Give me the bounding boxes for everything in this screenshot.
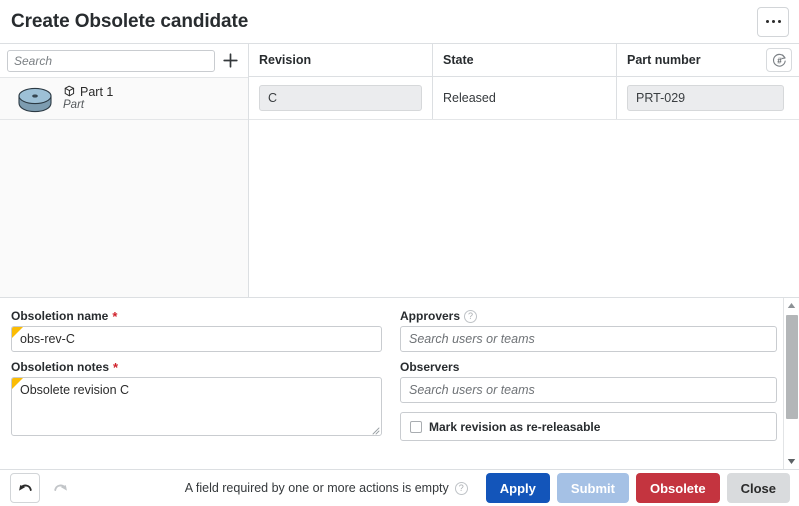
re-releasable-label: Mark revision as re-releasable [429, 419, 601, 434]
state-value: Released [443, 91, 496, 105]
obsoletion-notes-textarea[interactable]: Obsolete revision C [11, 377, 382, 436]
part-cylinder-thumbnail-icon [14, 82, 56, 116]
tree-item-row[interactable]: Part 1 Part [0, 77, 248, 120]
page-title: Create Obsolete candidate [11, 11, 249, 32]
re-releasable-checkbox[interactable] [410, 420, 422, 433]
search-box[interactable] [7, 49, 215, 72]
tree-empty-space [0, 120, 248, 297]
auto-number-icon[interactable]: # [766, 48, 792, 72]
status-message-text: A field required by one or more actions … [184, 481, 449, 495]
dialog-titlebar: Create Obsolete candidate [0, 0, 799, 43]
dialog-footer: A field required by one or more actions … [0, 469, 799, 506]
candidate-content-area: Part 1 Part Revision State Part number [0, 43, 799, 297]
part-number-field: PRT-029 [627, 85, 784, 111]
approvers-input[interactable]: Search users or teams [400, 326, 777, 352]
observers-label-text: Observers [400, 360, 460, 374]
tree-item-name: Part 1 [80, 84, 114, 99]
tree-item-name-line: Part 1 [62, 84, 113, 99]
form-right-column: Approvers ? Search users or teams Observ… [394, 298, 799, 469]
cell-revision: C [249, 77, 433, 119]
tree-toolbar [0, 44, 248, 77]
approvers-label-text: Approvers [400, 309, 461, 323]
kebab-dot-2 [771, 20, 775, 23]
close-button[interactable]: Close [726, 473, 790, 503]
cell-state: Released [433, 77, 617, 119]
re-releasable-row[interactable]: Mark revision as re-releasable [400, 412, 777, 441]
column-header-revision-label: Revision [259, 53, 312, 67]
item-tree-panel: Part 1 Part [0, 44, 249, 297]
obsoletion-form: Obsoletion name * obs-rev-C Obsoletion n… [0, 297, 799, 469]
submit-button[interactable]: Submit [556, 473, 629, 503]
column-header-part-number[interactable]: Part number # [617, 44, 799, 76]
kebab-dot-3 [777, 20, 781, 23]
undo-button[interactable] [10, 473, 40, 503]
revision-field: C [259, 85, 422, 111]
column-header-revision[interactable]: Revision [249, 44, 433, 76]
column-header-state[interactable]: State [433, 44, 617, 76]
kebab-dot-1 [765, 20, 769, 23]
help-icon[interactable]: ? [454, 481, 468, 495]
observers-placeholder: Search users or teams [409, 383, 535, 397]
help-icon[interactable]: ? [464, 309, 478, 323]
obsoletion-notes-value: Obsolete revision C [20, 383, 130, 397]
status-message: A field required by one or more actions … [185, 481, 468, 495]
approvers-label: Approvers ? [400, 309, 777, 323]
scroll-up-arrow-icon[interactable] [784, 298, 799, 313]
table-empty-space [249, 120, 799, 297]
table-row[interactable]: C Released PRT-029 [249, 77, 799, 120]
obsoletion-notes-label: Obsoletion notes * [11, 360, 382, 374]
scroll-down-arrow-icon[interactable] [784, 454, 799, 469]
required-marker: * [112, 308, 118, 324]
observers-input[interactable]: Search users or teams [400, 377, 777, 403]
create-obsolete-candidate-dialog: Create Obsolete candidate Search Part 1 … [0, 0, 799, 506]
part-icon [62, 84, 77, 99]
obsoletion-name-label-text: Obsoletion name [11, 309, 109, 323]
obsoletion-name-value: obs-rev-C [20, 332, 75, 346]
resize-handle-icon[interactable] [370, 424, 380, 435]
tree-item-type: Part [63, 99, 85, 112]
search-input[interactable] [14, 53, 208, 68]
required-marker: * [113, 359, 119, 375]
cell-part-number: PRT-029 [617, 77, 799, 119]
obsoletion-name-label: Obsoletion name * [11, 309, 382, 323]
more-options-button[interactable] [757, 6, 789, 37]
candidate-table: Revision State Part number # C Released … [249, 44, 799, 297]
scrollbar-thumb[interactable] [785, 315, 798, 419]
obsolete-button[interactable]: Obsolete [635, 473, 720, 503]
tree-item-labels: Part 1 Part [62, 84, 113, 112]
column-header-part-number-label: Part number [627, 53, 701, 67]
redo-button [45, 473, 75, 503]
add-item-button[interactable] [218, 48, 242, 74]
svg-text:#: # [777, 56, 782, 65]
table-header-row: Revision State Part number # [249, 44, 799, 77]
form-left-column: Obsoletion name * obs-rev-C Obsoletion n… [0, 298, 394, 469]
scrollbar-track[interactable] [784, 313, 799, 454]
obsoletion-name-input[interactable]: obs-rev-C [11, 326, 382, 352]
apply-button[interactable]: Apply [485, 473, 550, 503]
obsoletion-notes-label-text: Obsoletion notes [11, 360, 110, 374]
column-header-state-label: State [443, 53, 474, 67]
observers-label: Observers [400, 360, 777, 374]
form-scrollbar[interactable] [783, 298, 799, 469]
approvers-placeholder: Search users or teams [409, 332, 535, 346]
